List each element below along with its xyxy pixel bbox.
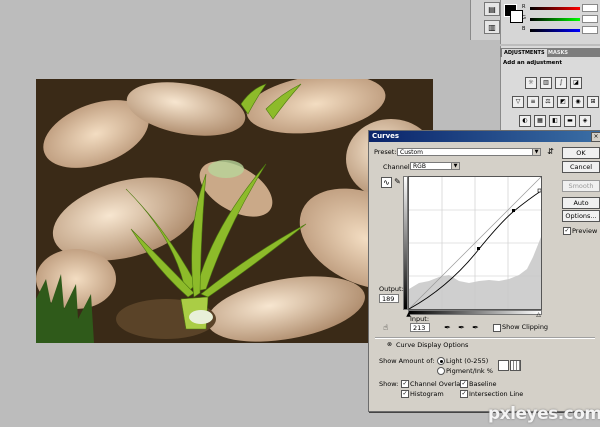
output-field[interactable]: 189 xyxy=(379,294,399,303)
show-clipping-label: Show Clipping xyxy=(502,323,549,331)
threshold-icon[interactable]: ◧ xyxy=(549,115,561,127)
watermark-text: pxleyes.com xyxy=(488,404,600,424)
green-value-field[interactable] xyxy=(582,15,598,23)
red-slider[interactable] xyxy=(530,7,580,10)
curve-point-tool-icon[interactable]: ∿ xyxy=(381,177,392,188)
channel-label: Channel: xyxy=(383,163,412,171)
green-slider[interactable] xyxy=(530,18,580,21)
close-icon[interactable]: × xyxy=(591,132,600,142)
preset-dropdown[interactable]: Custom ▼ xyxy=(397,148,541,156)
simple-grid-icon[interactable] xyxy=(498,360,509,371)
adjustments-title: Add an adjustment xyxy=(503,60,562,66)
show-label: Show: xyxy=(379,380,399,388)
pencil-icon[interactable]: ✎ xyxy=(393,177,402,186)
curves-graph[interactable] xyxy=(408,176,542,310)
white-eyedropper-icon[interactable]: ✒ xyxy=(471,323,480,332)
dock-button-1[interactable]: ▤ xyxy=(484,2,500,16)
input-label: Input: xyxy=(410,315,430,323)
vibrance-icon[interactable]: ▽ xyxy=(512,96,524,108)
divider xyxy=(375,337,595,339)
curves-graph-svg xyxy=(408,176,542,310)
posterize-icon[interactable]: ▦ xyxy=(534,115,546,127)
cancel-button[interactable]: Cancel xyxy=(562,161,600,173)
preset-label: Preset: xyxy=(374,148,397,156)
blue-value-field[interactable] xyxy=(582,26,598,34)
gray-eyedropper-icon[interactable]: ✒ xyxy=(457,323,466,332)
preset-value: Custom xyxy=(400,149,423,156)
panel-icon: ▤ xyxy=(488,4,496,14)
curves-icon[interactable]: ∫ xyxy=(555,77,567,89)
color-balance-icon[interactable]: ⚖ xyxy=(542,96,554,108)
baseline-checkbox[interactable]: ✓ xyxy=(460,380,468,388)
black-white-icon[interactable]: ◩ xyxy=(557,96,569,108)
blue-slider[interactable] xyxy=(530,29,580,32)
pigment-radio[interactable] xyxy=(437,367,445,375)
intersection-line-label: Intersection Line xyxy=(469,390,524,398)
options-button[interactable]: Options... xyxy=(562,210,600,222)
detailed-grid-icon[interactable] xyxy=(510,360,521,371)
input-field[interactable]: 213 xyxy=(410,323,430,332)
collapse-arrow-icon[interactable]: ⊗ xyxy=(385,340,394,349)
light-radio-label: Light (0-255) xyxy=(446,357,489,365)
levels-icon[interactable]: ▥ xyxy=(540,77,552,89)
output-label: Output: xyxy=(379,285,404,293)
intersection-line-checkbox[interactable]: ✓ xyxy=(460,390,468,398)
dock-button-2[interactable]: ▥ xyxy=(484,20,500,34)
tab-adjustments[interactable]: ADJUSTMENTS xyxy=(502,49,547,57)
panel-icon: ▥ xyxy=(488,22,496,32)
chevron-down-icon: ▼ xyxy=(451,163,459,169)
brightness-icon[interactable]: ☼ xyxy=(525,77,537,89)
selective-color-icon[interactable]: ◈ xyxy=(579,115,591,127)
preset-options-icon[interactable]: ⇵ xyxy=(546,147,555,156)
pigment-radio-label: Pigment/Ink % xyxy=(446,367,493,375)
color-label-g: G xyxy=(522,15,526,21)
show-clipping-checkbox[interactable] xyxy=(493,324,501,332)
light-radio[interactable] xyxy=(437,357,445,365)
photo-filter-icon[interactable]: ◉ xyxy=(572,96,584,108)
chevron-down-icon: ▼ xyxy=(532,149,540,155)
invert-icon[interactable]: ◐ xyxy=(519,115,531,127)
histogram-label: Histogram xyxy=(410,390,444,398)
black-eyedropper-icon[interactable]: ✒ xyxy=(443,323,452,332)
white-point-slider-icon[interactable]: △ xyxy=(534,310,543,319)
preview-checkbox[interactable]: ✓ xyxy=(563,227,571,235)
preview-label: Preview xyxy=(572,227,598,235)
on-image-adjust-icon[interactable]: ☝ xyxy=(381,323,390,332)
tab-masks[interactable]: MASKS xyxy=(546,49,570,57)
curves-titlebar[interactable] xyxy=(369,131,600,142)
dialog-title: Curves xyxy=(372,132,400,140)
curve-display-options-label: Curve Display Options xyxy=(396,341,469,349)
color-label-b: B xyxy=(522,26,526,32)
color-label-r: R xyxy=(522,4,526,10)
smooth-button[interactable]: Smooth xyxy=(562,180,600,192)
histogram-checkbox[interactable]: ✓ xyxy=(401,390,409,398)
hue-saturation-icon[interactable]: ≡ xyxy=(527,96,539,108)
auto-button[interactable]: Auto xyxy=(562,197,600,209)
ok-button[interactable]: OK xyxy=(562,147,600,159)
channel-dropdown[interactable]: RGB ▼ xyxy=(410,162,460,170)
channel-mixer-icon[interactable]: ⊞ xyxy=(587,96,599,108)
red-value-field[interactable] xyxy=(582,4,598,12)
gradient-map-icon[interactable]: ▬ xyxy=(564,115,576,127)
channel-value: RGB xyxy=(413,163,426,170)
baseline-label: Baseline xyxy=(469,380,497,388)
channel-overlays-checkbox[interactable]: ✓ xyxy=(401,380,409,388)
channel-overlays-label: Channel Overlays xyxy=(410,380,468,388)
show-amount-label: Show Amount of: xyxy=(379,357,435,365)
exposure-icon[interactable]: ◪ xyxy=(570,77,582,89)
